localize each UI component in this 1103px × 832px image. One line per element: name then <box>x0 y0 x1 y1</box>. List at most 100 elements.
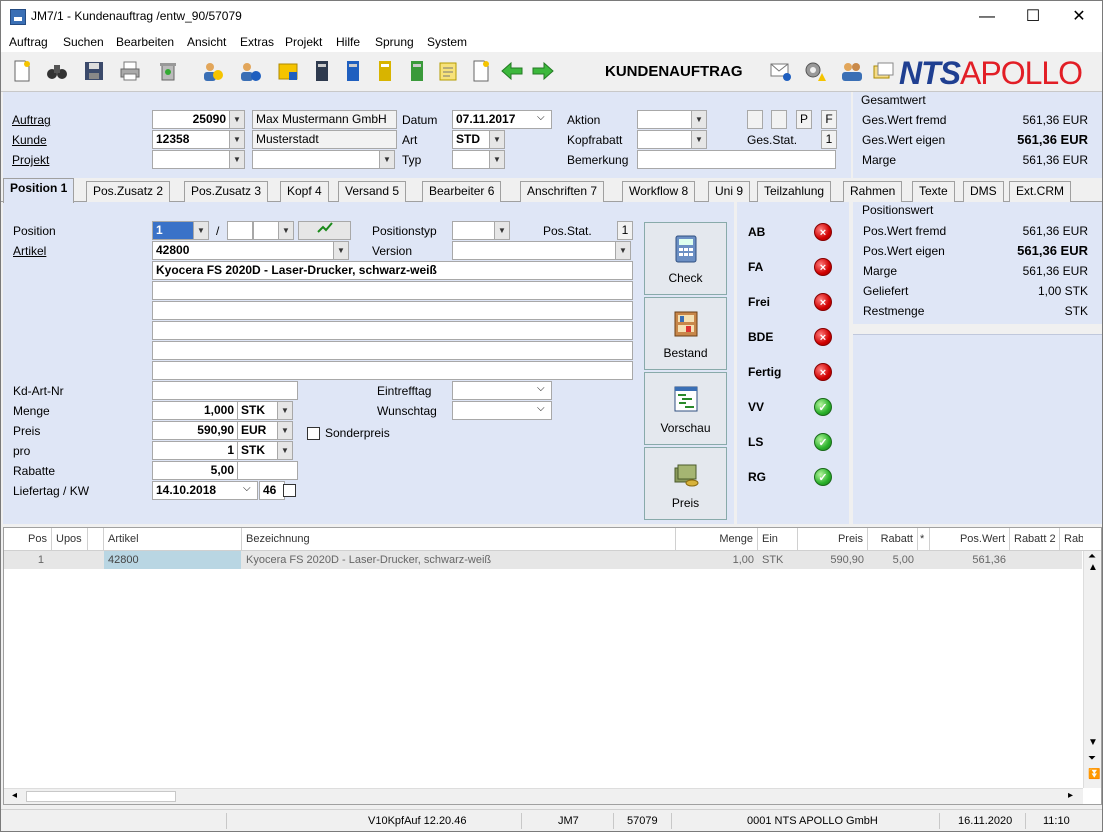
typ-dropdown[interactable]: ▼ <box>489 150 505 169</box>
menu-bearbeiten[interactable]: Bearbeiten <box>116 35 174 49</box>
col-rabatt[interactable]: Rabatt <box>868 528 918 550</box>
description-line-5[interactable] <box>152 341 633 360</box>
menu-suchen[interactable]: Suchen <box>63 35 104 49</box>
trash-icon[interactable] <box>156 59 180 83</box>
col-artikel[interactable]: Artikel <box>104 528 242 550</box>
typ-field[interactable] <box>452 150 490 169</box>
art-dropdown[interactable]: ▼ <box>489 130 505 149</box>
tab-dms[interactable]: DMS <box>963 181 1004 202</box>
preis-currency-field[interactable]: EUR <box>237 421 278 440</box>
menu-projekt[interactable]: Projekt <box>285 35 322 49</box>
preis-button[interactable]: Preis <box>644 447 727 520</box>
menu-auftrag[interactable]: Auftrag <box>9 35 48 49</box>
projekt-name-field[interactable] <box>252 150 380 169</box>
new-document-icon[interactable] <box>10 59 34 83</box>
col-upos[interactable]: Upos <box>52 528 88 550</box>
scroll-left-icon[interactable]: ◂ <box>12 790 17 801</box>
tab-workflow[interactable]: Workflow 8 <box>622 181 696 202</box>
scroll-down-icon[interactable]: ▼ <box>1088 737 1098 748</box>
cards-icon[interactable] <box>871 59 895 83</box>
binder-green-icon[interactable] <box>405 59 429 83</box>
row-artikel[interactable]: 42800 <box>104 551 241 569</box>
kw-checkbox[interactable] <box>283 484 296 497</box>
tab-kopf[interactable]: Kopf 4 <box>280 181 329 202</box>
kw-field[interactable]: 46 <box>259 481 285 500</box>
tab-anschriften[interactable]: Anschriften 7 <box>520 181 605 202</box>
check-button[interactable]: Check <box>644 222 727 295</box>
col-star[interactable]: * <box>918 528 930 550</box>
folder-lock-icon[interactable] <box>276 59 300 83</box>
customer-icon[interactable] <box>201 59 225 83</box>
binder-dark-icon[interactable] <box>310 59 334 83</box>
kopfrabatt-dropdown[interactable]: ▼ <box>691 130 707 149</box>
vertical-scrollbar[interactable]: ⏶ ▲ ▼ ⏷ ⏬ <box>1083 551 1101 788</box>
art-field[interactable]: STD <box>452 130 490 149</box>
description-line-3[interactable] <box>152 301 633 320</box>
datum-chevron-icon[interactable]: ⌵ <box>537 112 545 123</box>
bestand-button[interactable]: Bestand <box>644 297 727 370</box>
kopfrabatt-field[interactable] <box>637 130 692 149</box>
col-ein[interactable]: Ein <box>758 528 798 550</box>
rabatte-extra-field[interactable] <box>237 461 298 480</box>
col-preis[interactable]: Preis <box>798 528 868 550</box>
menu-sprung[interactable]: Sprung <box>375 35 414 49</box>
menu-system[interactable]: System <box>427 35 467 49</box>
tab-texte[interactable]: Texte <box>912 181 955 202</box>
new-note-icon[interactable] <box>469 59 493 83</box>
tab-rahmen[interactable]: Rahmen <box>843 181 903 202</box>
auftrag-field[interactable]: 25090 <box>152 110 230 129</box>
pro-field[interactable]: 1 <box>152 441 238 460</box>
arrow-right-icon[interactable] <box>531 59 555 83</box>
col-rab[interactable]: Rab <box>1060 528 1083 550</box>
sonderpreis-checkbox[interactable] <box>307 427 320 440</box>
scroll-page-down-icon[interactable]: ⏷ <box>1088 753 1096 764</box>
upos-dropdown[interactable]: ▼ <box>278 221 294 240</box>
artikel-label[interactable]: Artikel <box>13 244 46 258</box>
users-icon[interactable] <box>840 59 864 83</box>
col-pos[interactable]: Pos <box>4 528 52 550</box>
bemerkung-field[interactable] <box>637 150 836 169</box>
print-icon[interactable] <box>118 59 142 83</box>
version-dropdown[interactable]: ▼ <box>615 241 631 260</box>
menu-hilfe[interactable]: Hilfe <box>336 35 360 49</box>
liefertag-chevron-icon[interactable]: ⌵ <box>243 483 251 494</box>
scroll-thumb[interactable] <box>26 791 176 802</box>
projekt-dropdown[interactable]: ▼ <box>229 150 245 169</box>
tab-ext-crm[interactable]: Ext.CRM <box>1009 181 1071 202</box>
artikel-field[interactable]: 42800 <box>152 241 334 260</box>
col-poswert[interactable]: Pos.Wert <box>930 528 1010 550</box>
binder-blue-icon[interactable] <box>341 59 365 83</box>
tab-bearbeiter[interactable]: Bearbeiter 6 <box>422 181 502 202</box>
positionstyp-field[interactable] <box>452 221 495 240</box>
binder-yellow-icon[interactable] <box>373 59 397 83</box>
close-button[interactable]: ✕ <box>1056 1 1102 32</box>
rabatte-field[interactable]: 5,00 <box>152 461 238 480</box>
position-dropdown[interactable]: ▼ <box>193 221 209 240</box>
projekt-name-dropdown[interactable]: ▼ <box>379 150 395 169</box>
scroll-top-icon[interactable]: ⏶ <box>1088 551 1096 562</box>
menu-extras[interactable]: Extras <box>240 35 274 49</box>
kunde-field[interactable]: 12358 <box>152 130 230 149</box>
eintrefftag-chevron-icon[interactable]: ⌵ <box>537 383 545 394</box>
preis-field[interactable]: 590,90 <box>152 421 238 440</box>
menge-unit-field[interactable]: STK <box>237 401 278 420</box>
version-field[interactable] <box>452 241 616 260</box>
vorschau-button[interactable]: Vorschau <box>644 372 727 445</box>
kunde-label[interactable]: Kunde <box>12 133 47 147</box>
tab-position[interactable]: Position 1 <box>3 178 75 203</box>
description-line-2[interactable] <box>152 281 633 300</box>
maximize-button[interactable]: ☐ <box>1010 1 1056 32</box>
upos-field-2[interactable] <box>253 221 279 240</box>
pro-unit-dropdown[interactable]: ▼ <box>277 441 293 460</box>
description-line-1[interactable]: Kyocera FS 2020D - Laser-Drucker, schwar… <box>152 261 633 280</box>
tab-teilzahlung[interactable]: Teilzahlung <box>757 181 832 202</box>
description-line-4[interactable] <box>152 321 633 340</box>
scroll-up-icon[interactable]: ▲ <box>1088 562 1098 573</box>
positions-grid[interactable]: Pos Upos Artikel Bezeichnung Menge Ein P… <box>3 527 1102 805</box>
binoculars-icon[interactable] <box>45 59 69 83</box>
notepad-icon[interactable] <box>436 59 460 83</box>
tab-pos-zusatz-2[interactable]: Pos.Zusatz 2 <box>86 181 171 202</box>
scroll-bottom-icon[interactable]: ⏬ <box>1088 769 1100 780</box>
tab-pos-zusatz-3[interactable]: Pos.Zusatz 3 <box>184 181 269 202</box>
scroll-right-icon[interactable]: ▸ <box>1068 790 1073 801</box>
